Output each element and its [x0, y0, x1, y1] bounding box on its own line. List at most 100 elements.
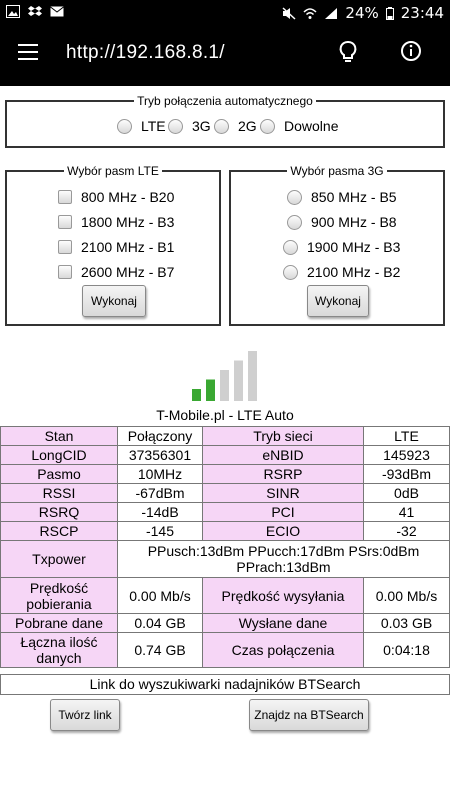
cell-value: 0.00 Mb/s: [117, 577, 203, 614]
umts-band-b8[interactable]: 900 MHz - B8: [287, 214, 397, 230]
radio-button[interactable]: [117, 118, 132, 134]
cell-value: 41: [363, 502, 450, 522]
lte-band-b20[interactable]: 800 MHz - B20: [58, 189, 174, 205]
dropbox-icon: [28, 6, 42, 16]
cell-label: SINR: [202, 483, 364, 503]
cell-label: Łączna ilość danych: [0, 632, 118, 668]
radio-button[interactable]: [168, 118, 183, 134]
lte-band-b3[interactable]: 1800 MHz - B3: [58, 214, 174, 230]
cell-value: LTE: [363, 426, 450, 446]
signal-bar: [248, 351, 257, 401]
table-row: LongCID 37356301 eNBID 145923: [0, 445, 450, 465]
radio-button[interactable]: [287, 189, 302, 205]
umts-band-b2[interactable]: 2100 MHz - B2: [283, 264, 400, 280]
checkbox[interactable]: [58, 265, 72, 279]
lte-execute-button[interactable]: Wykonaj: [82, 285, 146, 317]
signal-bar: [206, 379, 215, 401]
cell-label: RSCP: [0, 521, 118, 541]
table-row: RSCP -145 ECIO -32: [0, 521, 450, 541]
cell-value: -67dBm: [117, 483, 203, 503]
signal-strength-icon: [192, 351, 257, 401]
cell-value: 37356301: [117, 445, 203, 465]
cell-signal-icon: [325, 7, 338, 19]
mute-icon: [282, 6, 296, 20]
battery-icon: [385, 6, 394, 20]
radio-button[interactable]: [214, 118, 229, 134]
lightbulb-icon[interactable]: [338, 40, 358, 66]
radio-button[interactable]: [283, 264, 298, 280]
url-field[interactable]: http://192.168.8.1/: [66, 42, 225, 64]
cell-label: Pobrane dane: [0, 613, 118, 633]
mode-option-lte[interactable]: LTE: [117, 118, 166, 134]
cell-value: 0.04 GB: [117, 613, 203, 633]
table-row: RSSI -67dBm SINR 0dB: [0, 483, 450, 503]
cell-label: Wysłane dane: [202, 613, 364, 633]
gallery-icon: [6, 5, 20, 18]
signal-bar: [220, 370, 229, 401]
checkbox[interactable]: [58, 240, 72, 254]
checkbox[interactable]: [58, 190, 72, 204]
wifi-icon: [303, 7, 317, 19]
mode-option-dowolne[interactable]: Dowolne: [260, 118, 338, 134]
umts-execute-button[interactable]: Wykonaj: [307, 285, 369, 317]
umts-legend: Wybór pasma 3G: [290, 164, 384, 178]
table-row: Stan Połączony Tryb sieci LTE: [0, 426, 450, 446]
lte-legend: Wybór pasm LTE: [67, 164, 159, 178]
connection-info-table: Stan Połączony Tryb sieci LTE LongCID 37…: [0, 426, 450, 668]
table-row: Prędkość pobierania 0.00 Mb/s Prędkość w…: [0, 577, 450, 614]
cell-value: 0.74 GB: [117, 632, 203, 668]
cell-value: 0:04:18: [363, 632, 450, 668]
radio-button[interactable]: [283, 239, 298, 255]
cell-value: 0.03 GB: [363, 613, 450, 633]
umts-band-b5[interactable]: 850 MHz - B5: [287, 189, 397, 205]
cell-value: 0dB: [363, 483, 450, 503]
table-row: Łączna ilość danych 0.74 GB Czas połącze…: [0, 632, 450, 668]
cell-value: -145: [117, 521, 203, 541]
cell-label: PCI: [202, 502, 364, 522]
btsearch-link[interactable]: Link do wyszukiwarki nadajników BTSearch: [0, 674, 450, 695]
cell-label: LongCID: [0, 445, 118, 465]
table-row: Pasmo 10MHz RSRP -93dBm: [0, 464, 450, 484]
menu-icon[interactable]: [18, 44, 38, 60]
signal-bar: [234, 360, 243, 401]
radio-button[interactable]: [260, 118, 275, 134]
umts-band-b3[interactable]: 1900 MHz - B3: [283, 239, 400, 255]
status-bar: 24% 23:44: [0, 0, 450, 28]
cell-label: Stan: [0, 426, 118, 446]
cell-value: -93dBm: [363, 464, 450, 484]
cell-value: Połączony: [117, 426, 203, 446]
info-icon[interactable]: [400, 40, 422, 62]
battery-percent: 24%: [345, 4, 379, 22]
cell-value: 10MHz: [117, 464, 203, 484]
radio-button[interactable]: [287, 214, 302, 230]
cell-value: -32: [363, 521, 450, 541]
cell-value: PPusch:13dBm PPucch:17dBm PSrs:0dBm PPra…: [117, 540, 450, 578]
cell-label: RSRP: [202, 464, 364, 484]
cell-value: -14dB: [117, 502, 203, 522]
lte-band-b7[interactable]: 2600 MHz - B7: [58, 264, 174, 280]
cell-value: 0.00 Mb/s: [363, 577, 450, 614]
table-row: Pobrane dane 0.04 GB Wysłane dane 0.03 G…: [0, 613, 450, 633]
mode-legend: Tryb połączenia automatycznego: [137, 94, 313, 108]
cell-label: Pasmo: [0, 464, 118, 484]
mode-option-2g[interactable]: 2G: [214, 118, 257, 134]
table-row: Txpower PPusch:13dBm PPucch:17dBm PSrs:0…: [0, 540, 450, 578]
cell-label: eNBID: [202, 445, 364, 465]
find-btsearch-button[interactable]: Znajdz na BTSearch: [249, 699, 369, 731]
checkbox[interactable]: [58, 215, 72, 229]
mode-option-3g[interactable]: 3G: [168, 118, 211, 134]
create-link-button[interactable]: Twórz link: [50, 699, 120, 731]
lte-band-b1[interactable]: 2100 MHz - B1: [58, 239, 174, 255]
cell-label: Czas połączenia: [202, 632, 364, 668]
mail-icon: [50, 6, 64, 17]
signal-bar: [192, 389, 201, 401]
browser-toolbar: http://192.168.8.1/: [0, 28, 450, 86]
cell-label: Txpower: [0, 540, 118, 578]
cell-label: Prędkość wysyłania: [202, 577, 364, 614]
operator-name: T-Mobile.pl - LTE Auto: [156, 407, 294, 423]
cell-value: 145923: [363, 445, 450, 465]
cell-label: Prędkość pobierania: [0, 577, 118, 614]
cell-label: Tryb sieci: [202, 426, 364, 446]
table-row: RSRQ -14dB PCI 41: [0, 502, 450, 522]
cell-label: RSRQ: [0, 502, 118, 522]
